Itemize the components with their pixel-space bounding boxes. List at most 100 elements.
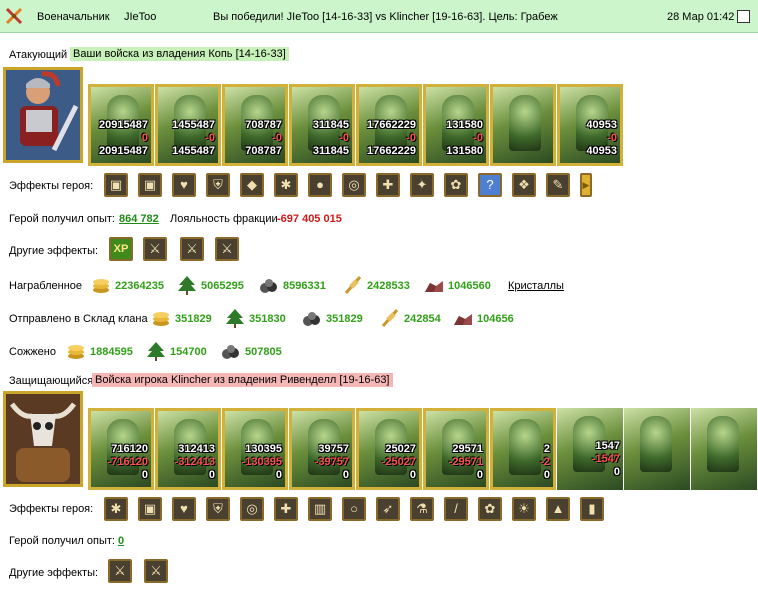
unit-card[interactable]: 17662229 -0 17662229 xyxy=(356,84,422,166)
burned-label: Сожжено xyxy=(9,346,56,358)
stone-icon xyxy=(425,281,443,292)
unit-card[interactable]: 25027 -25027 0 xyxy=(356,408,422,490)
defender-effects-label: Эффекты героя: xyxy=(9,503,94,515)
shield-icon[interactable]: ⛨ xyxy=(206,173,230,197)
sword-icon[interactable]: ⚔ xyxy=(215,237,239,261)
chest-icon[interactable]: ▣ xyxy=(104,173,128,197)
attacker-other-label: Другие эффекты: xyxy=(9,245,99,257)
unit-loss: -0 xyxy=(473,132,483,144)
boots-icon[interactable]: ▮ xyxy=(580,497,604,521)
sun-icon[interactable]: ☀ xyxy=(512,497,536,521)
amulet-icon[interactable]: ◎ xyxy=(240,497,264,521)
scroll-icon[interactable]: ✎ xyxy=(546,173,570,197)
cross-icon[interactable]: ✚ xyxy=(376,173,400,197)
crossed-swords-icon xyxy=(5,7,23,25)
flower-icon[interactable]: ✿ xyxy=(478,497,502,521)
attacker-source: Ваши войска из владения Копь [14-16-33] xyxy=(70,47,289,61)
creature-icon xyxy=(509,419,541,475)
sword-icon[interactable]: ⚔ xyxy=(143,237,167,261)
unit-loss: -312413 xyxy=(174,456,215,468)
unit-card[interactable]: 1455487 -0 1455487 xyxy=(155,84,221,166)
unit-card[interactable]: 40953 -0 40953 xyxy=(557,84,623,166)
gem-icon[interactable]: ● xyxy=(308,173,332,197)
unit-card[interactable]: 20915487 0 20915487 xyxy=(88,84,154,166)
flower-icon[interactable]: ✿ xyxy=(444,173,468,197)
dragon-icon[interactable]: ❖ xyxy=(512,173,536,197)
unit-card[interactable]: 708787 -0 708787 xyxy=(222,84,288,166)
armor-icon[interactable]: ▥ xyxy=(308,497,332,521)
unit-card[interactable] xyxy=(624,408,690,490)
spider-icon[interactable]: ✱ xyxy=(274,173,298,197)
heart-icon[interactable]: ♥ xyxy=(172,497,196,521)
unit-loss: -25027 xyxy=(381,456,416,468)
player-name: JIeToo xyxy=(124,11,157,23)
sword-icon[interactable]: ⚔ xyxy=(108,559,132,583)
unit-loss: -1547 xyxy=(591,453,620,465)
clan-value: 351829 xyxy=(326,313,363,325)
ore-icon[interactable]: ◆ xyxy=(240,173,264,197)
battle-result: Вы победили! JIeToo [14-16-33] vs Klinch… xyxy=(213,11,558,23)
unit-remaining: 0 xyxy=(543,469,550,481)
loot-value: 5065295 xyxy=(201,280,244,292)
unit-remaining: 131580 xyxy=(446,145,483,157)
unit-card[interactable]: 716120 -716120 0 xyxy=(88,408,154,490)
unit-remaining: 0 xyxy=(141,469,148,481)
unit-remaining: 40953 xyxy=(586,145,617,157)
cloak-icon[interactable]: ▲ xyxy=(546,497,570,521)
battle-datetime: 28 Мар 01:42 xyxy=(667,11,735,23)
unit-remaining: 17662229 xyxy=(367,145,416,157)
unit-remaining: 311845 xyxy=(312,145,349,157)
attacker-exp-value[interactable]: 864 782 xyxy=(119,213,159,225)
attacker-exp-label: Герой получил опыт: xyxy=(9,213,115,225)
defender-hero-portrait[interactable] xyxy=(3,391,83,487)
question-icon[interactable]: ? xyxy=(478,173,502,197)
clan-label: Отправлено в Склад клана xyxy=(9,313,148,325)
bow-icon[interactable]: ➶ xyxy=(376,497,400,521)
unit-card[interactable]: 311845 -0 311845 xyxy=(289,84,355,166)
xp-icon-text: XP xyxy=(113,243,129,255)
burned-value: 154700 xyxy=(170,346,207,358)
unit-remaining: 0 xyxy=(409,469,416,481)
sword-icon[interactable]: ⚔ xyxy=(180,237,204,261)
chest-icon[interactable]: ▣ xyxy=(138,173,162,197)
spider-icon[interactable]: ✱ xyxy=(104,497,128,521)
gold-icon xyxy=(93,279,109,293)
unit-card[interactable]: 312413 -312413 0 xyxy=(155,408,221,490)
wings-icon[interactable]: ✦ xyxy=(410,173,434,197)
cross-icon[interactable]: ✚ xyxy=(274,497,298,521)
unit-card[interactable] xyxy=(490,84,556,166)
unit-loss: -716120 xyxy=(107,456,148,468)
ring-icon[interactable]: ○ xyxy=(342,497,366,521)
unit-card[interactable]: 39757 -39757 0 xyxy=(289,408,355,490)
mark-checkbox[interactable] xyxy=(737,10,750,23)
defender-exp-value[interactable]: 0 xyxy=(118,535,124,547)
crystals-link[interactable]: Кристаллы xyxy=(508,280,564,292)
unit-count: 1547 xyxy=(595,440,620,452)
chest-icon[interactable]: ▣ xyxy=(138,497,162,521)
unit-card[interactable]: 29571 -29571 0 xyxy=(423,408,489,490)
unit-card[interactable]: 2 -2 0 xyxy=(490,408,556,490)
xp-icon[interactable]: XP xyxy=(109,237,133,261)
unit-count: 40953 xyxy=(586,119,617,131)
wood-icon xyxy=(147,342,165,361)
unit-remaining: 0 xyxy=(208,469,215,481)
arrow-right-icon[interactable]: ▶ xyxy=(580,173,592,197)
unit-loss: 0 xyxy=(141,132,148,144)
unit-loss: -39757 xyxy=(314,456,349,468)
potion-icon[interactable]: ⚗ xyxy=(410,497,434,521)
amulet-icon[interactable]: ◎ xyxy=(342,173,366,197)
unit-card[interactable]: 1547 -1547 0 xyxy=(557,408,623,490)
shield-icon[interactable]: ⛨ xyxy=(206,497,230,521)
staff-icon[interactable]: / xyxy=(444,497,468,521)
unit-card[interactable]: 130395 -130395 0 xyxy=(222,408,288,490)
unit-count: 131580 xyxy=(446,119,483,131)
unit-loss: -0 xyxy=(607,132,617,144)
unit-count: 20915487 xyxy=(99,119,148,131)
ore-icon xyxy=(260,279,277,293)
unit-card[interactable] xyxy=(691,408,757,490)
unit-card[interactable]: 131580 -0 131580 xyxy=(423,84,489,166)
sword-icon[interactable]: ⚔ xyxy=(144,559,168,583)
attacker-hero-portrait[interactable] xyxy=(3,67,83,163)
unit-loss: -29571 xyxy=(448,456,483,468)
heart-icon[interactable]: ♥ xyxy=(172,173,196,197)
